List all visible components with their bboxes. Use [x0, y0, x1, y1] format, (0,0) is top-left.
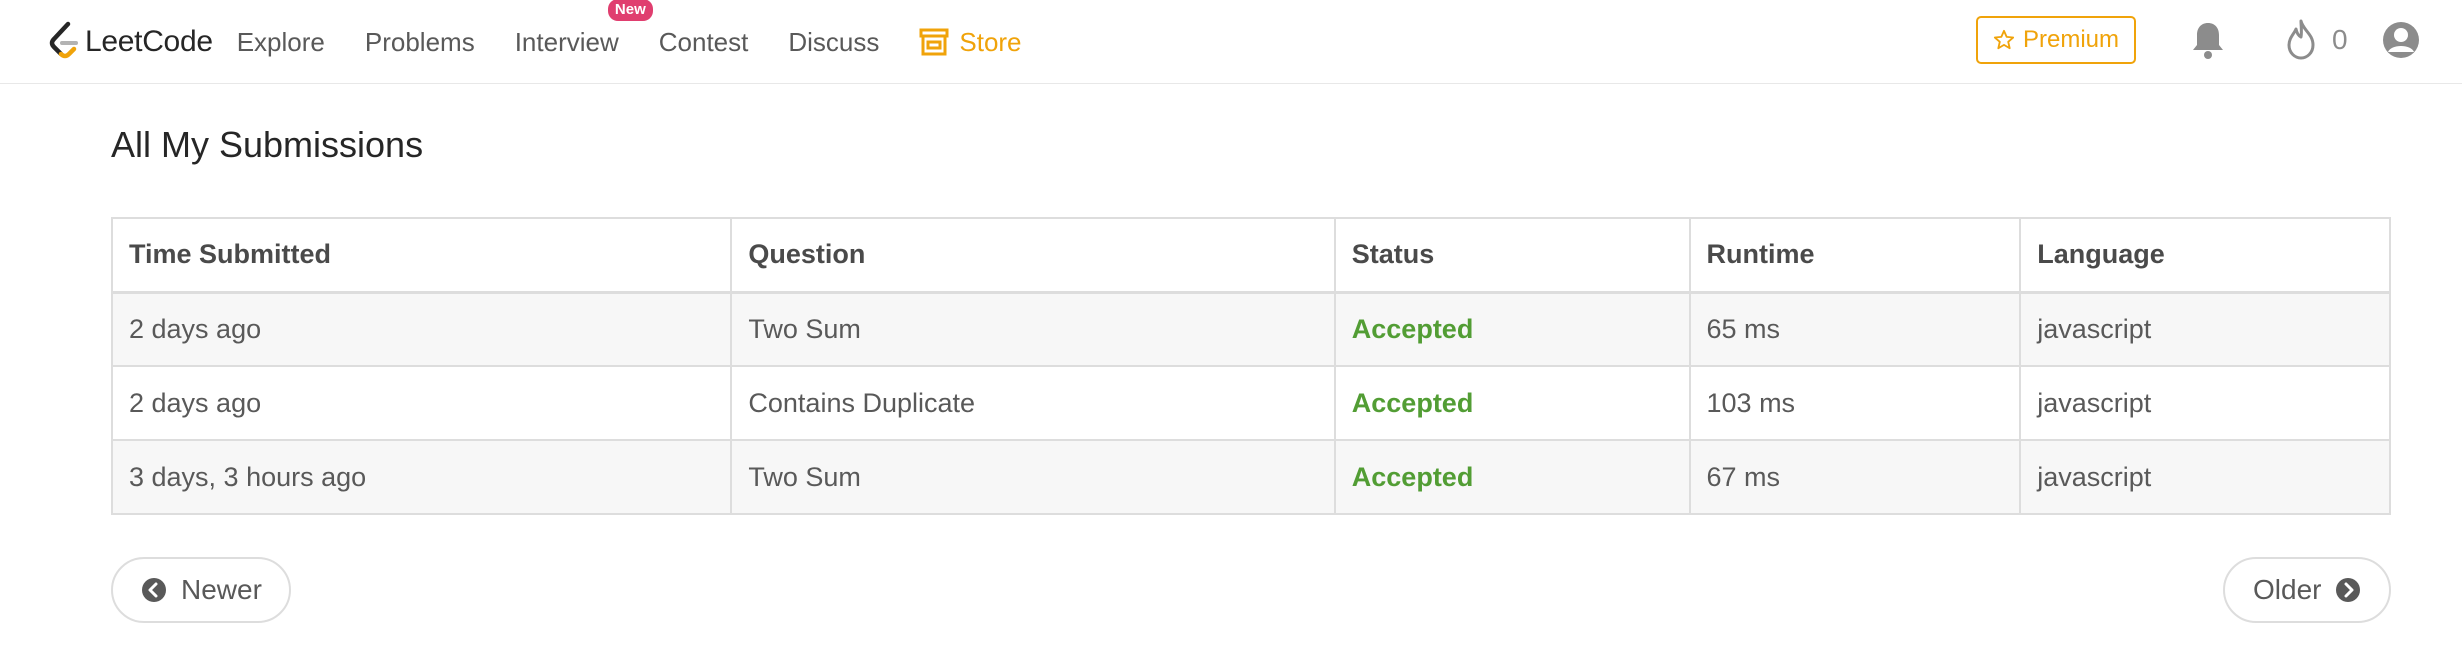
logo-text: LeetCode [85, 25, 213, 58]
nav-left: LeetCode Explore Problems Interview New … [48, 0, 1062, 84]
nav-interview-label: Interview [514, 26, 619, 57]
new-badge: New [607, 0, 653, 21]
nav-interview[interactable]: Interview New [514, 0, 653, 58]
cell-status[interactable]: Accepted [1333, 291, 1691, 367]
chevron-left-circle-icon [142, 578, 166, 602]
cell-language: javascript [2019, 365, 2391, 441]
header-question: Question [730, 217, 1336, 294]
cell-status[interactable]: Accepted [1333, 365, 1691, 441]
submissions-table: Time Submitted Question Status Runtime L… [110, 217, 2391, 515]
table-row: 2 days ago Contains Duplicate Accepted 1… [110, 365, 2391, 441]
chevron-right-circle-icon [2336, 578, 2361, 602]
table-header-row: Time Submitted Question Status Runtime L… [110, 217, 2391, 294]
nav-contest[interactable]: Contest [659, 27, 749, 58]
top-navbar: LeetCode Explore Problems Interview New … [0, 0, 2462, 84]
cell-language: javascript [2019, 291, 2391, 367]
flame-icon[interactable] [2286, 18, 2316, 60]
older-label: Older [2253, 574, 2322, 605]
cell-runtime: 67 ms [1688, 439, 2022, 515]
newer-label: Newer [181, 574, 262, 605]
cell-question[interactable]: Two Sum [730, 291, 1336, 367]
bell-icon[interactable] [2190, 20, 2226, 60]
older-button[interactable]: Older [2223, 557, 2391, 623]
star-icon [1993, 29, 2015, 50]
streak-count: 0 [2332, 24, 2348, 55]
header-status: Status [1333, 217, 1691, 294]
cell-runtime: 65 ms [1688, 291, 2022, 367]
leetcode-logo-icon [49, 21, 78, 59]
user-icon[interactable] [2381, 20, 2421, 60]
nav-problems[interactable]: Problems [365, 27, 475, 58]
nav-store-label: Store [959, 26, 1022, 57]
cell-question[interactable]: Two Sum [730, 439, 1336, 515]
page-title: All My Submissions [111, 124, 424, 165]
nav-store[interactable]: Store [919, 26, 1022, 58]
cell-language: javascript [2019, 439, 2391, 515]
newer-button[interactable]: Newer [111, 557, 291, 623]
logo-link[interactable]: LeetCode [48, 21, 213, 63]
store-icon [919, 28, 949, 56]
premium-label: Premium [2022, 26, 2119, 53]
cell-time-submitted: 3 days, 3 hours ago [110, 439, 733, 515]
header-time-submitted: Time Submitted [110, 217, 733, 294]
premium-button[interactable]: Premium [1976, 16, 2136, 64]
header-runtime: Runtime [1688, 217, 2022, 294]
cell-status[interactable]: Accepted [1333, 439, 1691, 515]
header-language: Language [2019, 217, 2391, 294]
table-row: 3 days, 3 hours ago Two Sum Accepted 67 … [110, 439, 2391, 515]
nav-explore[interactable]: Explore [237, 27, 325, 58]
cell-question[interactable]: Contains Duplicate [730, 365, 1336, 441]
cell-time-submitted: 2 days ago [110, 365, 733, 441]
table-row: 2 days ago Two Sum Accepted 65 ms javasc… [110, 291, 2391, 367]
nav-discuss[interactable]: Discuss [788, 27, 879, 58]
cell-runtime: 103 ms [1688, 365, 2022, 441]
cell-time-submitted: 2 days ago [110, 291, 733, 367]
